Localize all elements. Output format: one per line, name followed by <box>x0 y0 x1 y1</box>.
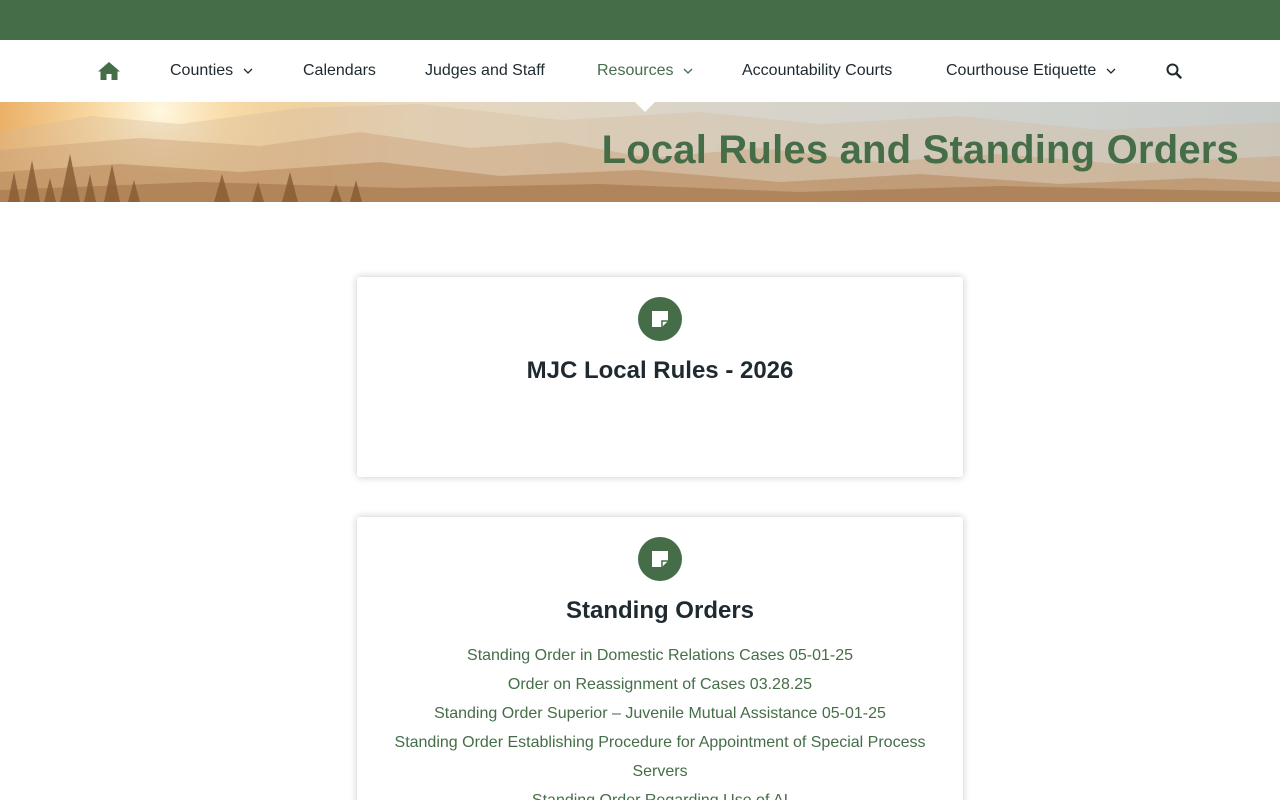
sticky-note-icon <box>638 297 682 341</box>
chevron-down-icon <box>683 68 693 74</box>
hero-banner: Local Rules and Standing Orders <box>0 102 1280 202</box>
nav-item-accountability-label: Accountability Courts <box>742 62 893 79</box>
main-navigation: Counties Calendars Judges and Staff Reso… <box>0 40 1280 102</box>
standing-order-link[interactable]: Standing Order in Domestic Relations Cas… <box>387 641 933 670</box>
chevron-down-icon <box>1106 68 1116 74</box>
nav-item-judges-and-staff[interactable]: Judges and Staff <box>425 40 545 102</box>
standing-order-link[interactable]: Standing Order Superior – Juvenile Mutua… <box>387 699 933 728</box>
nav-item-counties[interactable]: Counties <box>170 40 253 102</box>
page-title: Local Rules and Standing Orders <box>601 128 1239 172</box>
nav-item-judges-label: Judges and Staff <box>425 62 545 79</box>
nav-item-calendars-label: Calendars <box>303 62 376 79</box>
standing-order-link[interactable]: Standing Order Establishing Procedure fo… <box>387 728 933 786</box>
active-nav-pointer <box>635 102 655 112</box>
home-icon[interactable] <box>97 40 121 102</box>
chevron-down-icon <box>243 68 253 74</box>
nav-item-calendars[interactable]: Calendars <box>303 40 376 102</box>
standing-orders-list: Standing Order in Domestic Relations Cas… <box>387 641 933 800</box>
nav-item-etiquette-label: Courthouse Etiquette <box>946 62 1097 79</box>
standing-order-link[interactable]: Standing Order Regarding Use of AI <box>387 786 933 800</box>
nav-item-resources-label: Resources <box>597 62 674 79</box>
search-icon[interactable] <box>1166 40 1182 102</box>
sticky-note-icon <box>638 537 682 581</box>
standing-orders-card: Standing Orders Standing Order in Domest… <box>357 517 963 800</box>
local-rules-card: MJC Local Rules - 2026 <box>357 277 963 477</box>
nav-item-courthouse-etiquette[interactable]: Courthouse Etiquette <box>946 40 1116 102</box>
standing-orders-title: Standing Orders <box>565 597 755 624</box>
nav-item-counties-label: Counties <box>170 62 234 79</box>
local-rules-title[interactable]: MJC Local Rules - 2026 <box>357 357 963 385</box>
nav-item-accountability-courts[interactable]: Accountability Courts <box>742 40 892 102</box>
nav-item-resources[interactable]: Resources <box>597 40 693 102</box>
top-bar <box>0 0 1280 40</box>
standing-order-link[interactable]: Order on Reassignment of Cases 03.28.25 <box>387 670 933 699</box>
